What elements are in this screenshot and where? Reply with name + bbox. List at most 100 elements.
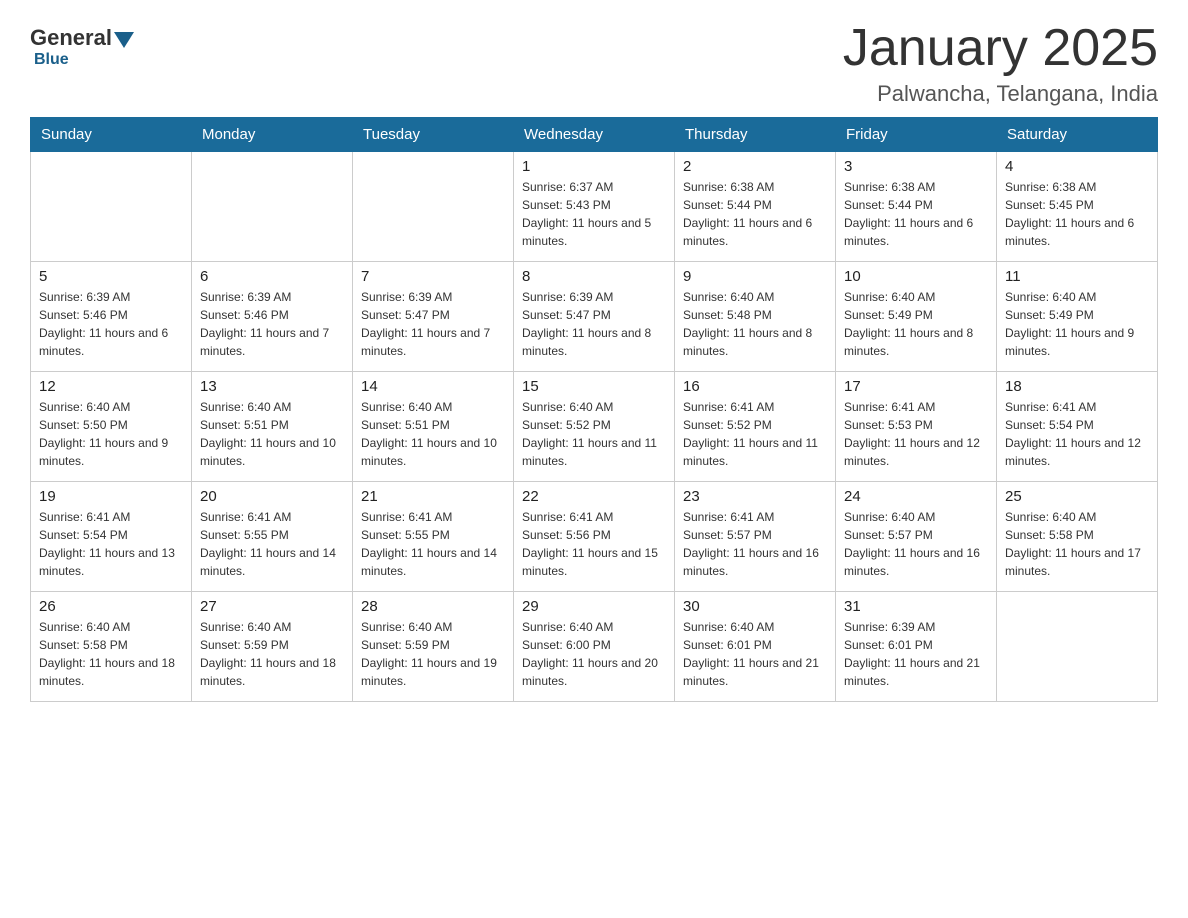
day-info: Sunrise: 6:39 AMSunset: 5:46 PMDaylight:… [200,288,344,360]
calendar-cell: 15 Sunrise: 6:40 AMSunset: 5:52 PMDayligh… [514,372,675,482]
week-row-1: 1 Sunrise: 6:37 AMSunset: 5:43 PMDaylight… [31,152,1158,262]
day-info: Sunrise: 6:40 AMSunset: 5:50 PMDaylight:… [39,398,183,470]
day-number: 22 [522,488,666,505]
calendar-cell: 28 Sunrise: 6:40 AMSunset: 5:59 PMDayligh… [353,592,514,702]
day-number: 3 [844,158,988,175]
day-number: 9 [683,268,827,285]
day-number: 26 [39,598,183,615]
calendar-cell: 18Sunrise: 6:41 AMSunset: 5:54 PMDayligh… [997,372,1158,482]
day-number: 30 [683,598,827,615]
day-info: Sunrise: 6:41 AMSunset: 5:52 PMDaylight:… [683,398,827,470]
day-number: 1 [522,158,666,175]
day-number: 16 [683,378,827,395]
day-info: Sunrise: 6:40 AMSunset: 5:59 PMDaylight:… [200,618,344,690]
calendar-cell: 11 Sunrise: 6:40 AMSunset: 5:49 PMDayligh… [997,262,1158,372]
day-info: Sunrise: 6:41 AMSunset: 5:55 PMDaylight:… [361,508,505,580]
calendar-cell [997,592,1158,702]
day-number: 21 [361,488,505,505]
day-number: 2 [683,158,827,175]
day-number: 5 [39,268,183,285]
day-info: Sunrise: 6:40 AMSunset: 5:51 PMDaylight:… [200,398,344,470]
day-number: 15 [522,378,666,395]
day-number: 25 [1005,488,1149,505]
day-info: Sunrise: 6:38 AMSunset: 5:44 PMDaylight:… [844,178,988,250]
day-number: 17 [844,378,988,395]
calendar-cell: 8 Sunrise: 6:39 AMSunset: 5:47 PMDaylight… [514,262,675,372]
day-info: Sunrise: 6:38 AMSunset: 5:45 PMDaylight:… [1005,178,1149,250]
day-info: Sunrise: 6:40 AMSunset: 5:49 PMDaylight:… [1005,288,1149,360]
calendar-cell: 27Sunrise: 6:40 AMSunset: 5:59 PMDayligh… [192,592,353,702]
day-info: Sunrise: 6:40 AMSunset: 5:52 PMDaylight:… [522,398,666,470]
week-row-3: 12 Sunrise: 6:40 AMSunset: 5:50 PMDayligh… [31,372,1158,482]
day-info: Sunrise: 6:40 AMSunset: 5:48 PMDaylight:… [683,288,827,360]
weekday-header-row: SundayMondayTuesdayWednesdayThursdayFrid… [31,118,1158,152]
weekday-header-monday: Monday [192,118,353,152]
calendar-cell [31,152,192,262]
calendar-cell: 31Sunrise: 6:39 AMSunset: 6:01 PMDayligh… [836,592,997,702]
calendar-cell: 29 Sunrise: 6:40 AMSunset: 6:00 PMDayligh… [514,592,675,702]
day-info: Sunrise: 6:40 AMSunset: 5:58 PMDaylight:… [1005,508,1149,580]
calendar-cell: 9 Sunrise: 6:40 AMSunset: 5:48 PMDaylight… [675,262,836,372]
calendar-cell [353,152,514,262]
day-number: 7 [361,268,505,285]
day-info: Sunrise: 6:40 AMSunset: 5:59 PMDaylight:… [361,618,505,690]
day-info: Sunrise: 6:41 AMSunset: 5:53 PMDaylight:… [844,398,988,470]
day-number: 8 [522,268,666,285]
week-row-5: 26 Sunrise: 6:40 AMSunset: 5:58 PMDayligh… [31,592,1158,702]
calendar-cell: 6 Sunrise: 6:39 AMSunset: 5:46 PMDaylight… [192,262,353,372]
day-info: Sunrise: 6:40 AMSunset: 5:51 PMDaylight:… [361,398,505,470]
day-number: 11 [1005,268,1149,285]
day-info: Sunrise: 6:39 AMSunset: 5:47 PMDaylight:… [361,288,505,360]
calendar-cell: 21 Sunrise: 6:41 AMSunset: 5:55 PMDayligh… [353,482,514,592]
calendar-cell: 13 Sunrise: 6:40 AMSunset: 5:51 PMDayligh… [192,372,353,482]
day-number: 20 [200,488,344,505]
day-number: 14 [361,378,505,395]
calendar-cell: 19Sunrise: 6:41 AMSunset: 5:54 PMDayligh… [31,482,192,592]
day-number: 29 [522,598,666,615]
calendar-cell: 2Sunrise: 6:38 AMSunset: 5:44 PMDaylight… [675,152,836,262]
day-info: Sunrise: 6:40 AMSunset: 6:00 PMDaylight:… [522,618,666,690]
calendar-cell: 30Sunrise: 6:40 AMSunset: 6:01 PMDayligh… [675,592,836,702]
weekday-header-tuesday: Tuesday [353,118,514,152]
logo-general-text: General [30,25,112,51]
weekday-header-friday: Friday [836,118,997,152]
calendar-cell: 3 Sunrise: 6:38 AMSunset: 5:44 PMDaylight… [836,152,997,262]
day-number: 4 [1005,158,1149,175]
day-number: 12 [39,378,183,395]
day-info: Sunrise: 6:41 AMSunset: 5:54 PMDaylight:… [1005,398,1149,470]
calendar-cell: 14 Sunrise: 6:40 AMSunset: 5:51 PMDayligh… [353,372,514,482]
weekday-header-wednesday: Wednesday [514,118,675,152]
logo: General Blue [30,20,136,69]
day-number: 10 [844,268,988,285]
day-number: 6 [200,268,344,285]
day-info: Sunrise: 6:39 AMSunset: 5:47 PMDaylight:… [522,288,666,360]
page-header: General Blue January 2025 Palwancha, Tel… [30,20,1158,107]
day-info: Sunrise: 6:37 AMSunset: 5:43 PMDaylight:… [522,178,666,250]
day-info: Sunrise: 6:39 AMSunset: 5:46 PMDaylight:… [39,288,183,360]
calendar-cell: 12 Sunrise: 6:40 AMSunset: 5:50 PMDayligh… [31,372,192,482]
calendar-cell [192,152,353,262]
day-number: 28 [361,598,505,615]
weekday-header-thursday: Thursday [675,118,836,152]
day-info: Sunrise: 6:41 AMSunset: 5:56 PMDaylight:… [522,508,666,580]
calendar-cell: 5 Sunrise: 6:39 AMSunset: 5:46 PMDaylight… [31,262,192,372]
day-number: 13 [200,378,344,395]
day-number: 23 [683,488,827,505]
calendar-cell: 17 Sunrise: 6:41 AMSunset: 5:53 PMDayligh… [836,372,997,482]
day-info: Sunrise: 6:39 AMSunset: 6:01 PMDaylight:… [844,618,988,690]
day-info: Sunrise: 6:40 AMSunset: 5:58 PMDaylight:… [39,618,183,690]
calendar-cell: 20Sunrise: 6:41 AMSunset: 5:55 PMDayligh… [192,482,353,592]
calendar-cell: 23Sunrise: 6:41 AMSunset: 5:57 PMDayligh… [675,482,836,592]
day-info: Sunrise: 6:40 AMSunset: 5:49 PMDaylight:… [844,288,988,360]
calendar-cell: 24Sunrise: 6:40 AMSunset: 5:57 PMDayligh… [836,482,997,592]
logo-blue-text: Blue [34,51,69,68]
weekday-header-saturday: Saturday [997,118,1158,152]
calendar-cell: 22 Sunrise: 6:41 AMSunset: 5:56 PMDayligh… [514,482,675,592]
day-number: 24 [844,488,988,505]
week-row-2: 5 Sunrise: 6:39 AMSunset: 5:46 PMDaylight… [31,262,1158,372]
weekday-header-sunday: Sunday [31,118,192,152]
location-title: Palwancha, Telangana, India [843,81,1158,107]
week-row-4: 19Sunrise: 6:41 AMSunset: 5:54 PMDayligh… [31,482,1158,592]
calendar-cell: 4 Sunrise: 6:38 AMSunset: 5:45 PMDaylight… [997,152,1158,262]
calendar-table: SundayMondayTuesdayWednesdayThursdayFrid… [30,117,1158,702]
